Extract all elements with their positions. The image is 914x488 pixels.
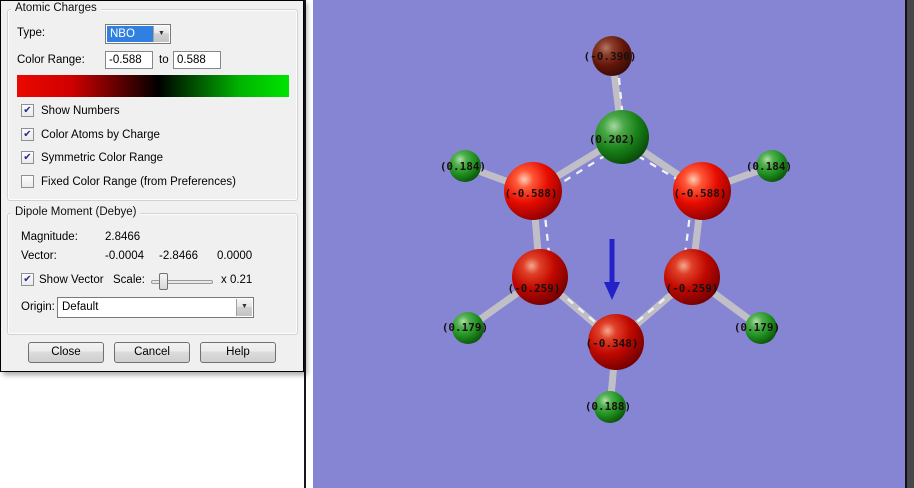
vector-x-value: -0.0004: [105, 250, 145, 262]
charge-color-gradient-bar: [17, 75, 289, 97]
charge-label-substituent: (-0.390): [584, 50, 637, 63]
magnitude-value: 2.8466: [105, 231, 141, 243]
vector-label: Vector:: [21, 250, 57, 262]
charge-label-ortho-left: (-0.588): [505, 187, 558, 200]
vector-scale-slider-thumb[interactable]: [159, 273, 168, 290]
origin-selected-value: Default: [62, 301, 99, 313]
molecule-viewport[interactable]: (-0.390) (0.202) (-0.588) (-0.588) (0.18…: [313, 0, 905, 488]
origin-select[interactable]: Default ▼: [57, 297, 254, 318]
charge-label-h-ortho-left: (0.184): [440, 160, 486, 173]
charge-label-h-meta-left: (0.179): [442, 321, 488, 334]
atom-c-meta-right[interactable]: [664, 249, 720, 305]
charge-label-h-para: (0.188): [585, 400, 631, 413]
vector-z-value: 0.0000: [217, 250, 253, 262]
chevron-down-icon[interactable]: ▼: [153, 26, 169, 42]
color-range-to-label: to: [159, 54, 169, 66]
symmetric-color-range-label: Symmetric Color Range: [41, 152, 164, 164]
color-range-min-input[interactable]: [105, 51, 153, 69]
charge-label-ortho-right: (-0.588): [674, 187, 727, 200]
help-button[interactable]: Help: [200, 342, 276, 363]
fixed-color-range-checkbox[interactable]: [21, 175, 34, 188]
gaussview-window: Atomic Charges Type: NBO ▼ Color Range: …: [0, 0, 914, 488]
color-range-label: Color Range:: [17, 54, 85, 66]
show-numbers-label: Show Numbers: [41, 105, 120, 117]
atomic-charges-dialog: Atomic Charges Type: NBO ▼ Color Range: …: [0, 0, 304, 372]
atomic-charges-group-title: Atomic Charges: [11, 2, 101, 14]
type-label: Type:: [17, 27, 46, 39]
charge-label-meta-right: (-0.259): [666, 282, 719, 295]
cancel-button[interactable]: Cancel: [114, 342, 190, 363]
show-numbers-checkbox[interactable]: ✔: [21, 104, 34, 117]
show-vector-checkbox[interactable]: ✔: [21, 273, 34, 286]
charge-type-select[interactable]: NBO ▼: [105, 24, 171, 44]
charge-label-para: (-0.348): [586, 337, 639, 350]
color-range-max-input[interactable]: [173, 51, 221, 69]
window-right-edge: [905, 0, 914, 488]
chevron-down-icon[interactable]: ▼: [236, 299, 252, 316]
charge-label-meta-left: (-0.259): [508, 282, 561, 295]
magnitude-label: Magnitude:: [21, 231, 78, 243]
fixed-color-range-label: Fixed Color Range (from Preferences): [41, 176, 236, 188]
show-vector-label: Show Vector: [39, 274, 104, 286]
panel-divider: [304, 0, 306, 488]
scale-value: x 0.21: [221, 274, 253, 286]
charge-type-selected-value: NBO: [107, 26, 153, 42]
atom-c-meta-left[interactable]: [512, 249, 568, 305]
color-atoms-by-charge-checkbox[interactable]: ✔: [21, 128, 34, 141]
scale-label: Scale:: [113, 274, 145, 286]
charge-label-h-meta-right: (0.179): [734, 321, 780, 334]
close-button[interactable]: Close: [28, 342, 104, 363]
symmetric-color-range-checkbox[interactable]: ✔: [21, 151, 34, 164]
dipole-moment-group-title: Dipole Moment (Debye): [11, 206, 141, 218]
color-atoms-by-charge-label: Color Atoms by Charge: [41, 129, 160, 141]
charge-label-ipso: (0.202): [589, 133, 635, 146]
charge-label-h-ortho-right: (0.184): [746, 160, 792, 173]
vector-y-value: -2.8466: [159, 250, 199, 262]
origin-label: Origin:: [21, 301, 55, 313]
